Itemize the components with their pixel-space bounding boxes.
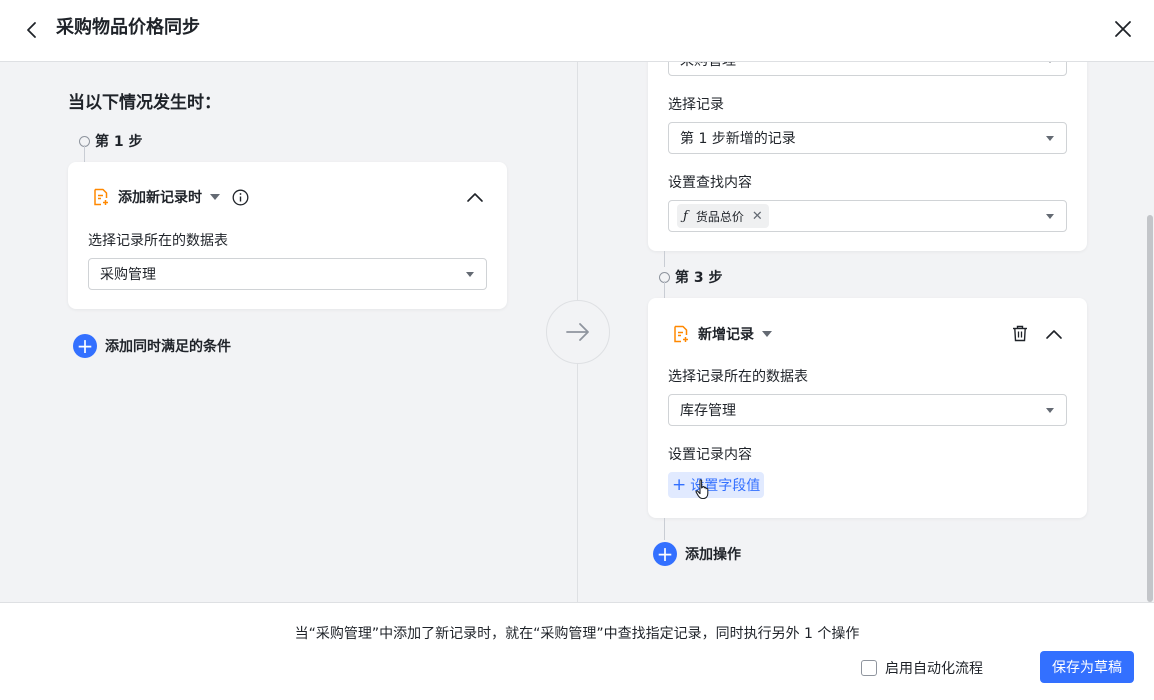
collapse-button[interactable] bbox=[464, 186, 486, 208]
add-condition-text: 添加同时满足的条件 bbox=[105, 339, 231, 355]
flow-summary: 当“采购管理”中添加了新记录时，就在“采购管理”中查找指定记录，同时执行另外 1… bbox=[294, 626, 860, 642]
step-connector bbox=[84, 145, 85, 162]
step-3-card-title-text: 新增记录 bbox=[698, 327, 754, 343]
trigger-table-select[interactable]: 采购管理 bbox=[88, 258, 487, 290]
trigger-table-value: 采购管理 bbox=[100, 267, 156, 283]
close-button[interactable] bbox=[1108, 14, 1138, 44]
step-connector bbox=[664, 281, 665, 298]
add-condition-button[interactable]: + 添加同时满足的条件 bbox=[73, 334, 231, 358]
add-action-text: 添加操作 bbox=[685, 547, 741, 563]
hand-cursor-icon bbox=[695, 479, 709, 500]
formula-icon: ƒ bbox=[683, 208, 688, 224]
chevron-left-icon bbox=[27, 22, 36, 38]
step-connector bbox=[664, 518, 665, 540]
plus-icon: + bbox=[653, 542, 677, 566]
scrollbar-track[interactable] bbox=[1146, 62, 1154, 602]
trigger-heading: 当以下情况发生时： bbox=[68, 93, 221, 113]
step-connector bbox=[664, 251, 665, 267]
step-3-table-label: 选择记录所在的数据表 bbox=[668, 369, 808, 385]
chevron-up-icon bbox=[467, 192, 483, 202]
record-label: 选择记录 bbox=[668, 97, 724, 113]
plus-icon: + bbox=[672, 475, 687, 495]
delete-button[interactable] bbox=[1010, 323, 1030, 343]
record-add-icon bbox=[672, 325, 690, 343]
info-icon[interactable] bbox=[232, 189, 249, 206]
step-2-card: 采购管理 选择记录 第 1 步新增的记录 设置查找内容 ƒ 货品总价 ✕ bbox=[648, 62, 1087, 251]
step-3-table-value: 库存管理 bbox=[680, 403, 736, 419]
caret-down-icon[interactable] bbox=[210, 194, 220, 200]
chevron-up-icon bbox=[1046, 329, 1062, 339]
step-3-label: 第 3 步 bbox=[659, 267, 723, 287]
enable-checkbox[interactable] bbox=[861, 660, 877, 676]
enable-label: 启用自动化流程 bbox=[885, 661, 983, 677]
flow-canvas: 当以下情况发生时： 第 1 步 添加新记录时 选择记录所在的数据表 采购管理 +… bbox=[0, 62, 1154, 602]
field-tag[interactable]: ƒ 货品总价 ✕ bbox=[677, 204, 769, 228]
trigger-card-title[interactable]: 添加新记录时 bbox=[92, 187, 249, 207]
set-field-value-button[interactable]: + 设置字段值 bbox=[668, 472, 765, 498]
save-draft-button[interactable]: 保存为草稿 bbox=[1040, 651, 1134, 683]
scrollbar-thumb[interactable] bbox=[1147, 215, 1153, 602]
dropdown-arrow-icon bbox=[1046, 62, 1054, 63]
dropdown-arrow-icon bbox=[1046, 136, 1054, 141]
arrow-right-icon bbox=[566, 323, 589, 341]
collapse-button[interactable] bbox=[1043, 323, 1065, 345]
find-content-select[interactable]: ƒ 货品总价 ✕ bbox=[668, 200, 1067, 232]
plus-icon: + bbox=[73, 334, 97, 358]
step-2-table-select[interactable]: 采购管理 bbox=[668, 62, 1067, 76]
footer-bar: 当“采购管理”中添加了新记录时，就在“采购管理”中查找指定记录，同时执行另外 1… bbox=[0, 602, 1154, 700]
step-1-label: 第 1 步 bbox=[79, 131, 143, 151]
dropdown-arrow-icon bbox=[466, 272, 474, 277]
close-icon bbox=[1115, 21, 1131, 37]
field-tag-text: 货品总价 bbox=[695, 209, 744, 224]
record-select[interactable]: 第 1 步新增的记录 bbox=[668, 122, 1067, 154]
enable-automation-toggle[interactable]: 启用自动化流程 bbox=[861, 658, 983, 678]
trash-icon bbox=[1013, 325, 1027, 341]
step-3-table-select[interactable]: 库存管理 bbox=[668, 394, 1067, 426]
add-action-button[interactable]: + 添加操作 bbox=[653, 542, 741, 566]
dropdown-arrow-icon bbox=[1046, 214, 1054, 219]
header-bar: 采购物品价格同步 bbox=[0, 0, 1154, 62]
trigger-table-label: 选择记录所在的数据表 bbox=[88, 233, 228, 249]
dropdown-arrow-icon bbox=[1046, 408, 1054, 413]
step-2-table-value: 采购管理 bbox=[680, 62, 736, 70]
trigger-card-title-text: 添加新记录时 bbox=[118, 190, 202, 206]
step-3-text: 第 3 步 bbox=[675, 270, 723, 286]
step-3-card-title[interactable]: 新增记录 bbox=[672, 324, 772, 344]
trigger-card: 添加新记录时 选择记录所在的数据表 采购管理 bbox=[68, 162, 507, 309]
caret-down-icon[interactable] bbox=[762, 331, 772, 337]
record-add-icon bbox=[92, 188, 110, 206]
page-title: 采购物品价格同步 bbox=[56, 17, 200, 38]
record-value: 第 1 步新增的记录 bbox=[680, 131, 796, 147]
back-button[interactable] bbox=[18, 16, 46, 44]
tag-remove-icon[interactable]: ✕ bbox=[752, 209, 763, 224]
find-content-label: 设置查找内容 bbox=[668, 175, 752, 191]
step-1-text: 第 1 步 bbox=[95, 134, 143, 150]
flow-arrow bbox=[546, 300, 610, 364]
record-content-label: 设置记录内容 bbox=[668, 447, 752, 463]
